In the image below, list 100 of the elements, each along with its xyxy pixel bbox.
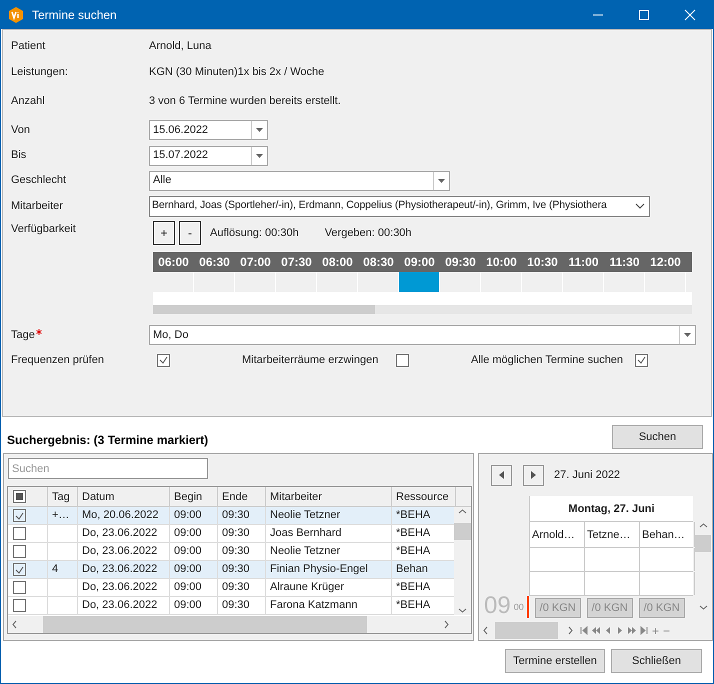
zoom-button[interactable]: - <box>179 221 201 245</box>
chevron-left-icon <box>483 626 488 635</box>
time-label: 11:00 <box>567 254 600 271</box>
scrollbar-thumb[interactable] <box>695 534 711 552</box>
field-label: Patient <box>11 40 46 52</box>
table-cell: 09:30 <box>218 507 266 524</box>
time-label: 10:30 <box>526 254 559 271</box>
table-cell: Do, 23.06.2022 <box>78 561 170 578</box>
triangle-left-icon[interactable] <box>604 626 612 635</box>
resolution-text: Auflösung: 00:30h <box>210 226 299 241</box>
field-value: 3 von 6 Termine wurden bereits erstellt. <box>149 94 341 110</box>
table-cell: Do, 23.06.2022 <box>78 525 170 542</box>
column-header[interactable]: Mitarbeiter <box>266 487 392 506</box>
table-cell: 09:30 <box>218 543 266 560</box>
scrollbar[interactable] <box>153 305 692 314</box>
dropdown-field[interactable]: Bernhard, Joas (Sportleher/-in), Erdmann, Coppelius (Physiotherapeut/-in), Grimm, Ive (Physiothera <box>149 196 650 216</box>
chevron-left-icon <box>12 620 17 629</box>
field-label: Bis <box>11 149 26 162</box>
scrollbar-thumb[interactable] <box>43 616 367 633</box>
table-cell: 4 <box>48 561 78 578</box>
previous-button[interactable] <box>491 464 512 486</box>
day-header: Montag, 27. Juni <box>530 496 693 522</box>
dropdown-field[interactable]: Mo, Do <box>149 325 696 345</box>
table-cell: 09:00 <box>170 507 218 524</box>
field-label: Leistungen: <box>11 66 68 78</box>
column-header[interactable]: Ende <box>218 487 266 506</box>
time-marker <box>526 596 529 618</box>
table-cell: 09:30 <box>218 579 266 596</box>
column-header[interactable]: Datum <box>78 487 170 506</box>
chevron-right-icon <box>444 620 449 629</box>
checkbox[interactable] <box>13 599 26 612</box>
time-label: 08:30 <box>362 254 395 271</box>
scrollbar-thumb[interactable] <box>454 523 471 540</box>
checkbox[interactable] <box>13 545 26 558</box>
table-cell: Joas Bernhard <box>266 525 392 542</box>
rewind-icon[interactable] <box>592 626 600 635</box>
table-cell: +… <box>48 507 78 524</box>
date-field[interactable]: 15.07.2022 <box>149 146 268 166</box>
zoom-button[interactable]: + <box>153 221 175 245</box>
caret-icon <box>256 154 263 158</box>
vertical-scrollbar[interactable] <box>454 507 471 615</box>
checkbox[interactable] <box>157 354 170 366</box>
next-button[interactable] <box>523 464 544 486</box>
horizontal-scrollbar[interactable] <box>8 616 471 633</box>
checkbox[interactable] <box>13 509 26 522</box>
checkbox[interactable] <box>396 354 409 366</box>
column-header[interactable]: Ressource <box>392 487 456 506</box>
app-logo-icon <box>8 7 24 23</box>
option-label: Frequenzen prüfen <box>10 352 105 368</box>
table-cell: Farona Katzmann <box>266 597 392 614</box>
column-header[interactable]: Begin <box>170 487 218 506</box>
field-label: Anzahl <box>11 95 45 108</box>
fast-forward-icon[interactable] <box>628 626 636 635</box>
table-cell: 09:00 <box>170 579 218 596</box>
time-label: 09:00 <box>403 254 436 271</box>
first-page-icon[interactable] <box>580 626 588 635</box>
table-cell: 09:30 <box>218 525 266 542</box>
check-icon <box>159 356 168 364</box>
field-value: KGN (30 Minuten)1x bis 2x / Woche <box>149 65 324 80</box>
action-button[interactable]: Termine erstellen <box>505 649 605 673</box>
table-cell: 09:00 <box>170 525 218 542</box>
action-button[interactable]: Schließen <box>611 649 702 673</box>
scrollbar-thumb[interactable] <box>495 622 558 639</box>
check-icon <box>637 356 646 364</box>
check-icon <box>15 566 24 574</box>
triangle-right-icon[interactable] <box>616 626 624 635</box>
caret-icon <box>438 178 445 182</box>
scrollbar-thumb[interactable] <box>153 305 375 314</box>
table-cell: Mo, 20.06.2022 <box>78 507 170 524</box>
checkbox[interactable] <box>635 354 648 366</box>
option-label: Mitarbeiterräume erzwingen <box>242 352 380 368</box>
chevron-right-icon <box>568 626 573 635</box>
resource-header: Arnold… <box>530 522 585 547</box>
last-page-icon[interactable] <box>640 626 648 635</box>
checkbox[interactable] <box>13 490 26 503</box>
table-cell: Neolie Tetzner <box>266 507 392 524</box>
column-header[interactable]: Tag <box>48 487 78 506</box>
table-cell: Alraune Krüger <box>266 579 392 596</box>
checkbox[interactable] <box>13 581 26 594</box>
field-value: Arnold, Luna <box>149 38 212 54</box>
table-cell: 09:00 <box>170 597 218 614</box>
date-field[interactable]: 15.06.2022 <box>149 120 268 140</box>
time-slot[interactable] <box>399 272 440 292</box>
search-button[interactable]: Suchen <box>612 425 703 449</box>
calendar-date: 27. Juni 2022 <box>554 468 620 483</box>
table-cell: Neolie Tetzner <box>266 543 392 560</box>
minute-label: 00 <box>514 601 524 614</box>
chevron-down-icon <box>698 604 708 610</box>
results-heading: Suchergebnis: (3 Termine markiert) <box>6 432 208 449</box>
checkbox[interactable] <box>13 527 26 540</box>
triangle-left-icon <box>499 471 504 479</box>
time-label: 11:30 <box>608 254 641 271</box>
time-label: 12:00 <box>649 254 682 271</box>
checkbox[interactable] <box>13 563 26 576</box>
time-label: 10:00 <box>485 254 518 271</box>
dropdown-field[interactable]: Alle <box>149 170 450 190</box>
caret-icon <box>256 128 263 132</box>
search-field[interactable]: Suchen <box>8 458 208 479</box>
field-label: Von <box>11 124 30 136</box>
chevron-up-icon <box>698 523 708 528</box>
